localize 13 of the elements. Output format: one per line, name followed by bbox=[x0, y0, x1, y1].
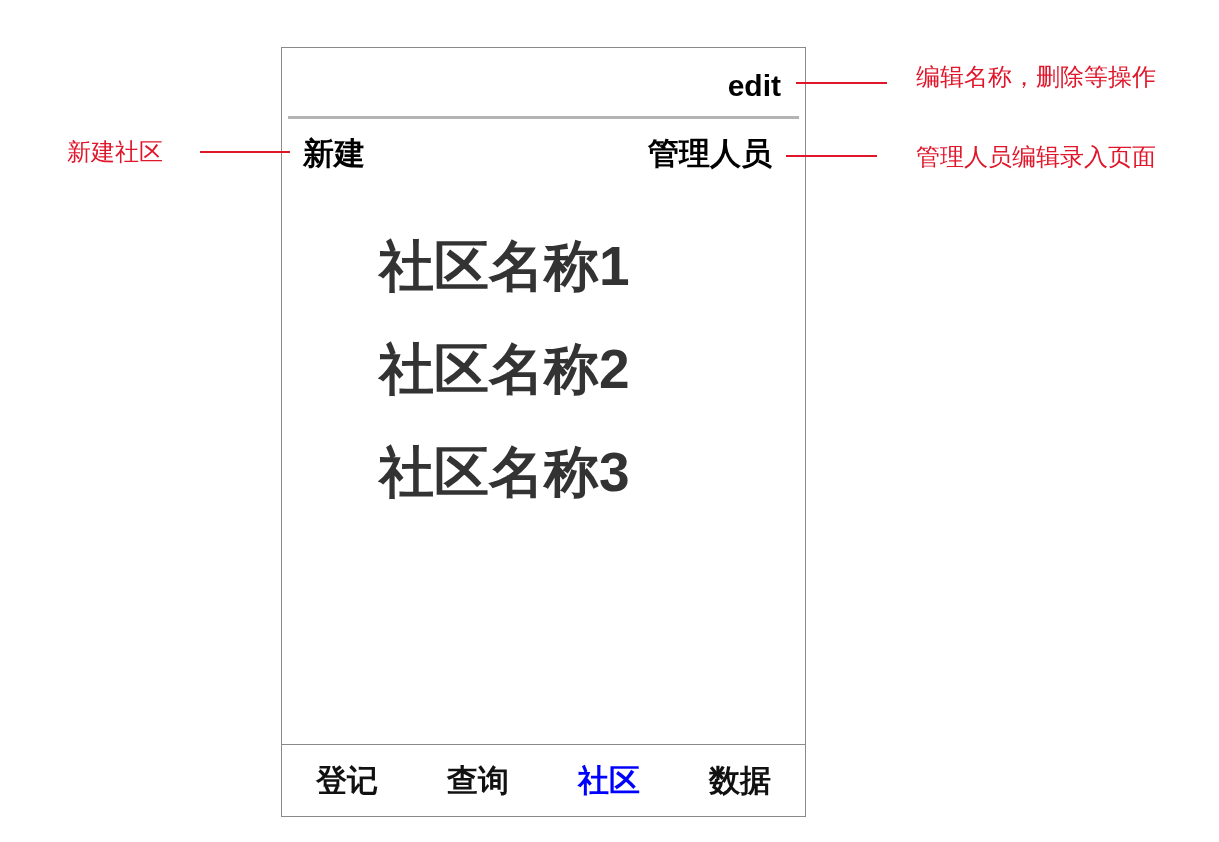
community-name[interactable]: 社区名称1 bbox=[379, 236, 630, 296]
tab-item[interactable]: 数据 bbox=[674, 761, 805, 800]
annotation-text: 新建社区 bbox=[67, 138, 163, 166]
manage-staff-link[interactable]: 管理人员 bbox=[648, 135, 772, 173]
tab-item[interactable]: 查询 bbox=[412, 761, 544, 800]
tab-item[interactable]: 登记 bbox=[282, 761, 413, 800]
new-link[interactable]: 新建 bbox=[303, 135, 365, 173]
community-name[interactable]: 社区名称3 bbox=[379, 442, 630, 502]
annotation-text: 编辑名称，删除等操作 bbox=[916, 63, 1156, 91]
tab-item[interactable]: 社区 bbox=[543, 761, 675, 800]
community-name[interactable]: 社区名称2 bbox=[379, 339, 630, 399]
annotation-text: 管理人员编辑录入页面 bbox=[916, 143, 1156, 171]
edit-link[interactable]: edit bbox=[727, 68, 781, 102]
